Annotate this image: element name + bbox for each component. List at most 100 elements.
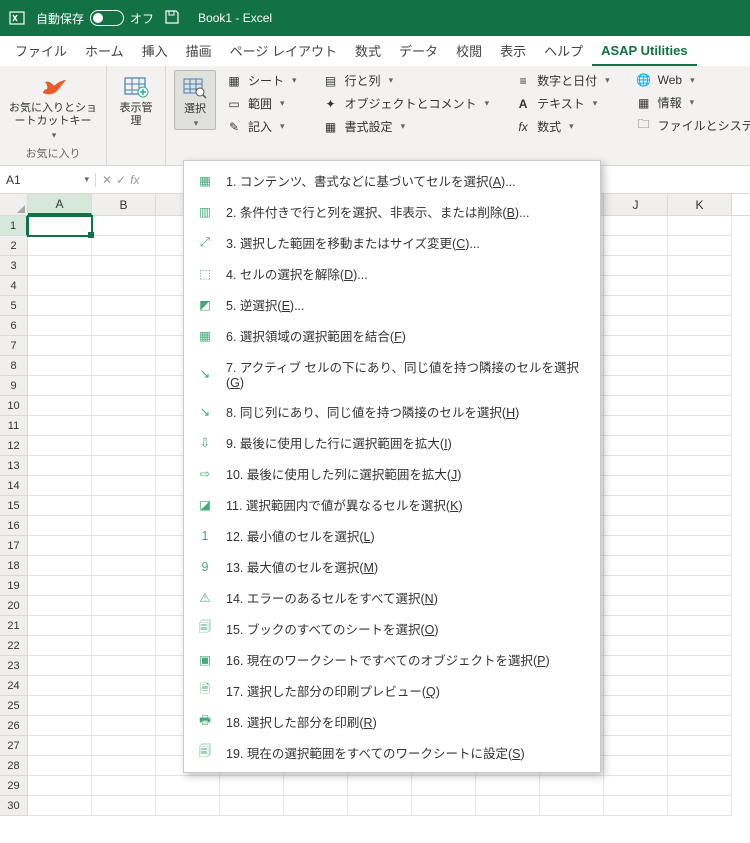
cell[interactable]	[284, 776, 348, 796]
format-button[interactable]: ▦書式設定▾	[319, 116, 494, 137]
cell[interactable]	[348, 776, 412, 796]
cell[interactable]	[540, 776, 604, 796]
tab-asap-utilities[interactable]: ASAP Utilities	[592, 37, 696, 66]
cell[interactable]	[220, 776, 284, 796]
cell[interactable]	[28, 396, 92, 416]
name-box[interactable]: A1 ▾	[0, 173, 96, 187]
row-header[interactable]: 30	[0, 796, 28, 816]
cell[interactable]	[28, 496, 92, 516]
cell[interactable]	[604, 216, 668, 236]
cell[interactable]	[92, 576, 156, 596]
cell[interactable]	[604, 776, 668, 796]
cell[interactable]	[668, 716, 732, 736]
tab-home[interactable]: ホーム	[76, 35, 133, 66]
cell[interactable]	[92, 396, 156, 416]
cell[interactable]	[92, 696, 156, 716]
cell[interactable]	[668, 756, 732, 776]
row-header[interactable]: 9	[0, 376, 28, 396]
cell[interactable]	[668, 776, 732, 796]
fx-icon[interactable]: fx	[130, 173, 139, 187]
cell[interactable]	[668, 516, 732, 536]
sheet-button[interactable]: ▦シート▾	[222, 70, 301, 91]
cell[interactable]	[604, 356, 668, 376]
cell[interactable]	[668, 556, 732, 576]
select-all-corner[interactable]	[0, 194, 28, 215]
cell[interactable]	[28, 476, 92, 496]
cell[interactable]	[28, 236, 92, 256]
cell[interactable]	[604, 236, 668, 256]
cell[interactable]	[92, 336, 156, 356]
row-header[interactable]: 14	[0, 476, 28, 496]
cancel-icon[interactable]: ✕	[102, 173, 112, 187]
menu-item[interactable]: 🗐15. ブックのすべてのシートを選択(O)	[184, 613, 600, 644]
vision-button[interactable]: 表示管理	[115, 70, 157, 128]
cell[interactable]	[92, 416, 156, 436]
cell[interactable]	[604, 556, 668, 576]
menu-item[interactable]: 🗎17. 選択した部分の印刷プレビュー(Q)	[184, 675, 600, 706]
cell[interactable]	[92, 236, 156, 256]
cell[interactable]	[668, 396, 732, 416]
cell[interactable]	[668, 536, 732, 556]
tab-file[interactable]: ファイル	[6, 35, 76, 66]
cell[interactable]	[412, 796, 476, 816]
save-icon[interactable]	[164, 9, 182, 27]
cell[interactable]	[604, 696, 668, 716]
objects-button[interactable]: ✦オブジェクトとコメント▾	[319, 93, 494, 114]
row-header[interactable]: 16	[0, 516, 28, 536]
cell[interactable]	[604, 736, 668, 756]
cell[interactable]	[604, 516, 668, 536]
row-header[interactable]: 25	[0, 696, 28, 716]
menu-item[interactable]: ◩5. 逆選択(E)...	[184, 289, 600, 320]
cell[interactable]	[668, 436, 732, 456]
cell[interactable]	[28, 796, 92, 816]
cell[interactable]	[28, 596, 92, 616]
tab-draw[interactable]: 描画	[177, 35, 221, 66]
column-header[interactable]: K	[668, 194, 732, 215]
cell[interactable]	[668, 596, 732, 616]
menu-item[interactable]: 112. 最小値のセルを選択(L)	[184, 520, 600, 551]
row-header[interactable]: 2	[0, 236, 28, 256]
cell[interactable]	[604, 616, 668, 636]
tab-formulas[interactable]: 数式	[346, 35, 390, 66]
tab-view[interactable]: 表示	[491, 35, 535, 66]
row-header[interactable]: 15	[0, 496, 28, 516]
cell[interactable]	[668, 616, 732, 636]
cell[interactable]	[668, 636, 732, 656]
cell[interactable]	[604, 396, 668, 416]
menu-item[interactable]: ⬚4. セルの選択を解除(D)...	[184, 258, 600, 289]
row-header[interactable]: 12	[0, 436, 28, 456]
row-header[interactable]: 17	[0, 536, 28, 556]
autosave-toggle[interactable]: 自動保存 オフ	[36, 10, 154, 27]
row-header[interactable]: 8	[0, 356, 28, 376]
cell[interactable]	[604, 656, 668, 676]
cell[interactable]	[28, 376, 92, 396]
cell[interactable]	[28, 756, 92, 776]
tab-review[interactable]: 校閲	[447, 35, 491, 66]
row-header[interactable]: 27	[0, 736, 28, 756]
row-header[interactable]: 11	[0, 416, 28, 436]
cell[interactable]	[604, 276, 668, 296]
cell[interactable]	[668, 316, 732, 336]
cell[interactable]	[604, 756, 668, 776]
cell[interactable]	[28, 616, 92, 636]
menu-item[interactable]: ◪11. 選択範囲内で値が異なるセルを選択(K)	[184, 489, 600, 520]
cell[interactable]	[668, 476, 732, 496]
cell[interactable]	[92, 556, 156, 576]
cell[interactable]	[668, 296, 732, 316]
filesystem-button[interactable]: 🗀ファイルとシステム▾	[632, 115, 750, 136]
menu-item[interactable]: ⚠14. エラーのあるセルをすべて選択(N)	[184, 582, 600, 613]
cell[interactable]	[604, 576, 668, 596]
cell[interactable]	[28, 576, 92, 596]
cell[interactable]	[92, 496, 156, 516]
row-header[interactable]: 4	[0, 276, 28, 296]
cell[interactable]	[668, 696, 732, 716]
cell[interactable]	[604, 496, 668, 516]
cell[interactable]	[92, 436, 156, 456]
cell[interactable]	[92, 456, 156, 476]
cell[interactable]	[92, 716, 156, 736]
row-header[interactable]: 10	[0, 396, 28, 416]
cell[interactable]	[604, 336, 668, 356]
cell[interactable]	[92, 656, 156, 676]
tab-data[interactable]: データ	[390, 35, 447, 66]
row-header[interactable]: 29	[0, 776, 28, 796]
